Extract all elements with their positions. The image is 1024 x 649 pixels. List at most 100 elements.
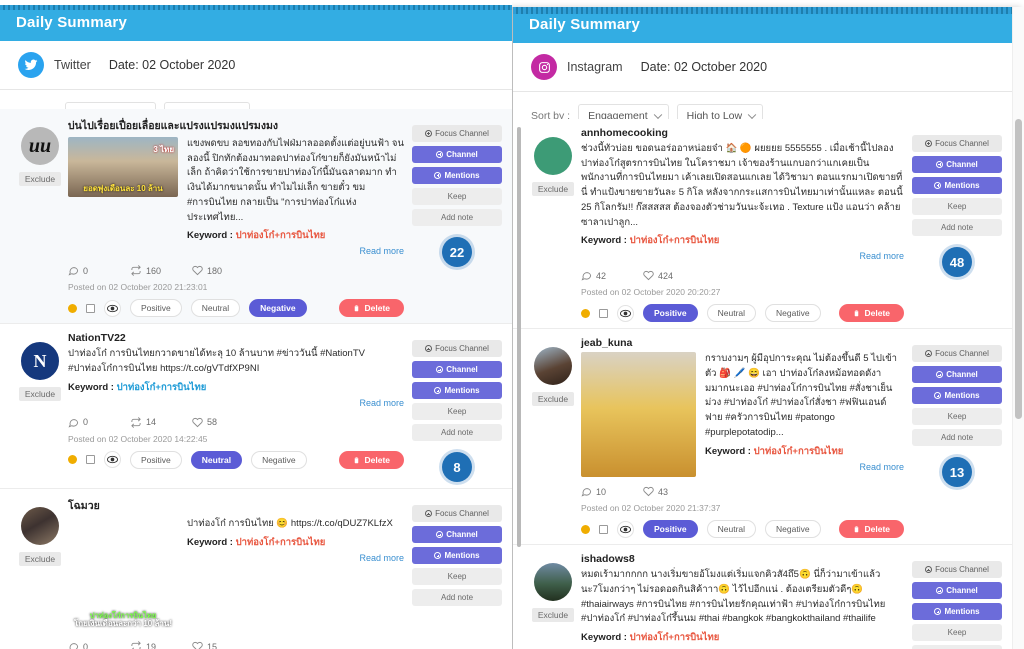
exclude-button[interactable]: Exclude <box>18 552 62 567</box>
mentions-button[interactable]: Mentions <box>412 167 502 184</box>
read-more-link[interactable]: Read more <box>187 246 404 256</box>
instagram-feed[interactable]: Exclude annhomecooking ช่วงนี้ทัวบ่อย ขอ… <box>513 119 1012 649</box>
channel-button[interactable]: Channel <box>412 526 502 544</box>
delete-button[interactable]: Delete <box>339 299 404 318</box>
delete-button[interactable]: Delete <box>839 304 904 323</box>
mentions-button[interactable]: Mentions <box>412 547 502 565</box>
channel-button[interactable]: Channel <box>912 582 1002 600</box>
post-username[interactable]: ishadows8 <box>581 553 904 565</box>
delete-button[interactable]: Delete <box>839 520 904 539</box>
app-screen: Daily Summary Twitter Date: 02 October 2… <box>0 0 1024 649</box>
keep-button[interactable]: Keep <box>912 408 1002 426</box>
channel-button[interactable]: Channel <box>412 361 502 379</box>
keep-button[interactable]: Keep <box>412 188 502 205</box>
plus-icon <box>925 566 933 574</box>
exclude-button[interactable]: Exclude <box>531 182 575 196</box>
channel-button[interactable]: Channel <box>912 366 1002 384</box>
status-dot[interactable] <box>68 303 77 313</box>
like-count: 424 <box>658 270 674 281</box>
add-note-button[interactable]: Add note <box>412 589 502 607</box>
mentions-button[interactable]: Mentions <box>912 177 1002 194</box>
read-more-link[interactable]: Read more <box>581 251 904 261</box>
focus-channel-button[interactable]: Focus Channel <box>412 340 502 358</box>
read-more-link[interactable]: Read more <box>187 553 404 563</box>
sentiment-positive[interactable]: Positive <box>130 299 182 318</box>
status-dot[interactable] <box>68 455 77 465</box>
sentiment-negative[interactable]: Negative <box>249 299 307 318</box>
exclude-button[interactable]: Exclude <box>18 387 62 402</box>
eye-icon[interactable] <box>104 451 121 469</box>
read-more-link[interactable]: Read more <box>705 462 904 472</box>
post-username[interactable]: บ่นไปเรื่อยเปื่อยเลื่อยและแปรงแปรมงแปรมง… <box>68 117 404 134</box>
add-note-button[interactable]: Add note <box>412 209 502 226</box>
sentiment-negative[interactable]: Negative <box>765 304 821 323</box>
like-stat: 58 <box>192 417 226 428</box>
post-text: ช่วงนี้ทัวบ่อย ขอดนอร่ออาหน่อยจ๋า 🏠 🟠 ผย… <box>581 143 903 228</box>
exclude-button[interactable]: Exclude <box>531 392 575 407</box>
sentiment-positive[interactable]: Positive <box>643 520 698 539</box>
sentiment-neutral[interactable]: Neutral <box>190 450 243 469</box>
focus-channel-button[interactable]: Focus Channel <box>912 561 1002 579</box>
vertical-scrollbar[interactable] <box>1012 7 1024 649</box>
exclude-button[interactable]: Exclude <box>531 608 575 623</box>
avatar <box>534 347 572 386</box>
post-username[interactable]: jeab_kuna <box>581 337 904 349</box>
plus-icon <box>436 151 444 158</box>
sentiment-positive[interactable]: Positive <box>130 450 182 469</box>
eye-icon[interactable] <box>617 520 634 538</box>
add-note-button[interactable]: Add note <box>412 424 502 442</box>
channel-name: Instagram <box>567 60 623 74</box>
thumbnail-caption: ยอดพุ่งเดือนละ 10 ล้าน <box>83 184 163 193</box>
scrollbar-thumb[interactable] <box>1015 119 1022 419</box>
sentiment-neutral[interactable]: Neutral <box>706 304 757 323</box>
keyword-label: Keyword : <box>581 235 627 247</box>
focus-channel-button[interactable]: Focus Channel <box>412 125 502 142</box>
page-scrollbar-thumb[interactable] <box>517 127 521 547</box>
add-note-button[interactable]: Add note <box>912 429 1002 447</box>
channel-button[interactable]: Channel <box>412 146 502 163</box>
select-checkbox[interactable] <box>86 303 95 313</box>
focus-channel-button[interactable]: Focus Channel <box>912 345 1002 363</box>
delete-button[interactable]: Delete <box>339 450 404 469</box>
eye-icon[interactable] <box>617 304 634 322</box>
post-author-column: Exclude <box>12 497 68 649</box>
status-dot[interactable] <box>581 308 590 318</box>
post-thumbnail[interactable] <box>581 352 696 478</box>
select-checkbox[interactable] <box>599 308 608 318</box>
status-dot[interactable] <box>581 524 590 534</box>
sentiment-neutral[interactable]: Neutral <box>190 299 241 318</box>
post-username[interactable]: annhomecooking <box>581 127 904 139</box>
post-username[interactable]: NationTV22 <box>68 332 404 344</box>
focus-channel-button[interactable]: Focus Channel <box>412 505 502 523</box>
post-timestamp: Posted on 02 October 2020 21:23:01 <box>68 282 208 293</box>
post-thumbnail[interactable]: 3 ไทย ยอดพุ่งเดือนละ 10 ล้าน <box>68 137 178 197</box>
eye-icon[interactable] <box>104 299 121 317</box>
mentions-button[interactable]: Mentions <box>912 387 1002 405</box>
twitter-feed[interactable]: uu Exclude บ่นไปเรื่อยเปื่อยเลื่อยและแปร… <box>0 109 512 649</box>
read-more-link[interactable]: Read more <box>68 398 404 408</box>
sentiment-negative[interactable]: Negative <box>765 520 821 539</box>
select-checkbox[interactable] <box>86 455 95 465</box>
mentions-button[interactable]: Mentions <box>412 382 502 400</box>
post-author-column: N Exclude <box>12 332 68 482</box>
post-text: ปาท่องโก๋ การบินไทย 😊 https://t.co/qDUZ7… <box>187 518 393 530</box>
select-checkbox[interactable] <box>599 524 608 534</box>
post-username[interactable]: โฉมวย <box>68 497 404 514</box>
add-note-button[interactable]: Add note <box>912 645 1002 649</box>
post-thumbnail[interactable]: ปาท่องโก๋การบินไทย โกยเงินเดือนละกว่า 10… <box>68 517 178 632</box>
keep-button[interactable]: Keep <box>912 198 1002 215</box>
focus-channel-button[interactable]: Focus Channel <box>912 135 1002 152</box>
sentiment-positive[interactable]: Positive <box>643 304 698 323</box>
keep-button[interactable]: Keep <box>412 403 502 421</box>
channel-button[interactable]: Channel <box>912 156 1002 173</box>
sentiment-negative[interactable]: Negative <box>251 450 307 469</box>
keep-button[interactable]: Keep <box>912 624 1002 642</box>
post-card: Exclude annhomecooking ช่วงนี้ทัวบ่อย ขอ… <box>513 119 1012 330</box>
sentiment-neutral[interactable]: Neutral <box>706 520 757 539</box>
mentions-button[interactable]: Mentions <box>912 603 1002 621</box>
keyword-value: ปาท่องโก๋+การบินไทย <box>629 632 720 644</box>
exclude-button[interactable]: Exclude <box>18 172 62 186</box>
keep-button[interactable]: Keep <box>412 568 502 586</box>
add-note-button[interactable]: Add note <box>912 219 1002 236</box>
keyword-value: ปาท่องโก๋+การบินไทย <box>116 381 207 393</box>
